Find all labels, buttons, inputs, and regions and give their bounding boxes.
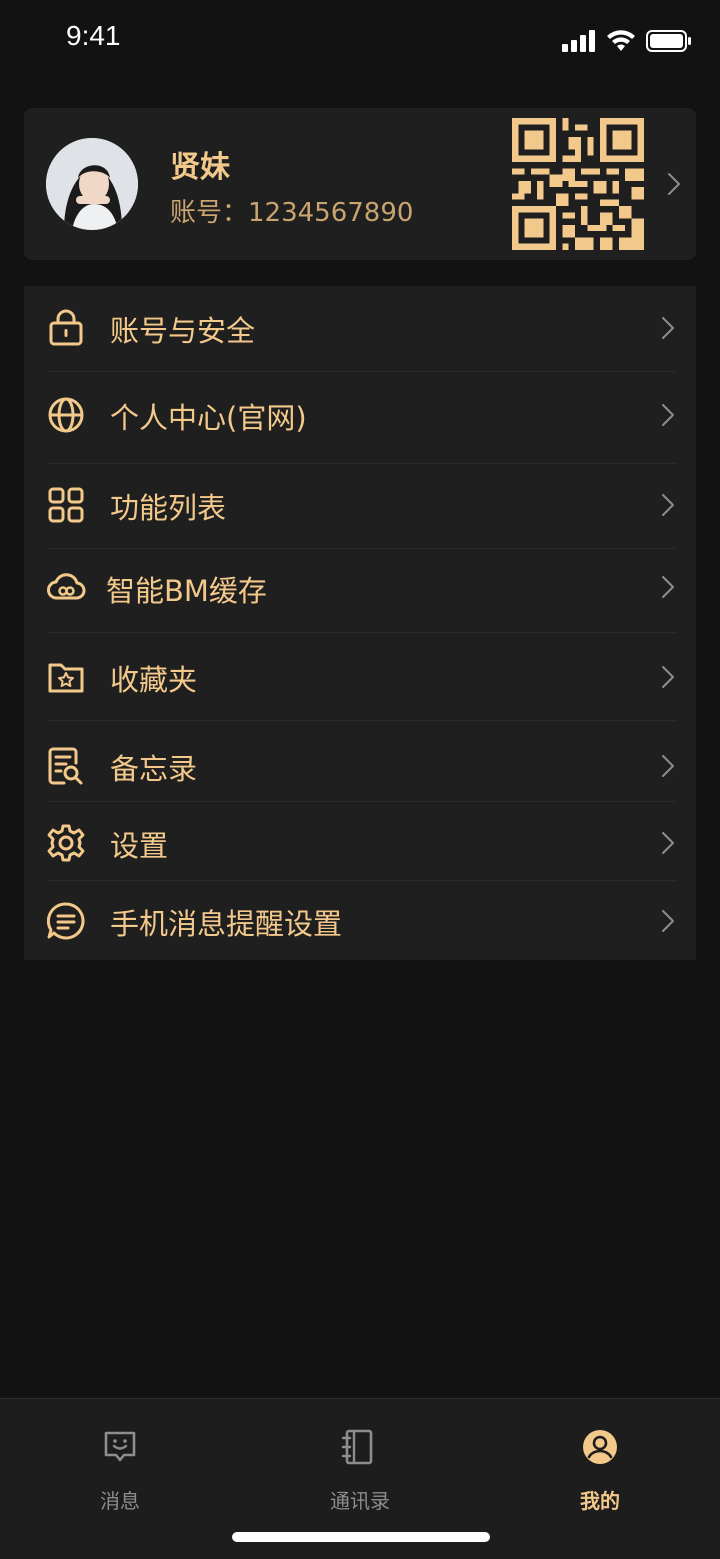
tab-me[interactable]: 我的 [480, 1399, 720, 1529]
tab-label: 通讯录 [330, 1489, 390, 1513]
tab-messages[interactable]: 消息 [0, 1399, 240, 1529]
profile-name: 贤妹 [170, 150, 230, 185]
menu-item-feature-list[interactable]: 功能列表 [24, 464, 696, 548]
chevron-right-icon [662, 576, 674, 598]
menu-item-account-security[interactable]: 账号与安全 [24, 286, 696, 370]
user-icon [583, 1430, 617, 1464]
chat-smile-icon [104, 1431, 136, 1462]
chevron-right-icon [662, 494, 674, 516]
signal-icon [562, 30, 595, 52]
chevron-right-icon [668, 173, 680, 195]
menu-label: 功能列表 [110, 491, 227, 525]
profile-account: 账号：1234567890 [170, 198, 414, 228]
contacts-book-icon [341, 1429, 373, 1465]
chevron-right-icon [662, 317, 674, 339]
grid-icon [48, 487, 84, 523]
chevron-right-icon [662, 404, 674, 426]
menu-label: 设置 [110, 829, 169, 863]
note-icon [48, 747, 83, 785]
menu-item-smart-bm-cache[interactable]: 智能BM缓存 [24, 549, 696, 633]
menu-item-favorites[interactable]: 收藏夹 [24, 633, 696, 719]
chevron-right-icon [662, 755, 674, 777]
menu-item-message-notification-settings[interactable]: 手机消息提醒设置 [24, 881, 696, 960]
qr-code-icon[interactable] [512, 118, 644, 250]
chevron-right-icon [662, 910, 674, 932]
home-indicator[interactable] [232, 1532, 490, 1542]
status-time: 9:41 [66, 20, 121, 51]
battery-icon [646, 30, 691, 52]
status-bar: 9:41 [0, 0, 720, 80]
lock-icon [49, 309, 83, 346]
gear-icon [47, 824, 85, 862]
menu-item-settings[interactable]: 设置 [24, 802, 696, 880]
tab-contacts[interactable]: 通讯录 [240, 1399, 480, 1529]
profile-card[interactable]: 贤妹 账号：1234567890 [24, 108, 696, 260]
menu-label: 备忘录 [110, 752, 198, 786]
chevron-right-icon [662, 832, 674, 854]
globe-icon [48, 397, 84, 433]
settings-menu: 账号与安全 个人中心(官网) 功能列表 智能BM缓存 收藏夹 备忘录 设置 手机… [24, 286, 696, 960]
chevron-right-icon [662, 666, 674, 688]
tab-label: 消息 [100, 1489, 140, 1513]
menu-label: 手机消息提醒设置 [110, 907, 343, 941]
wifi-icon [607, 30, 635, 51]
star-folder-icon [48, 663, 84, 693]
menu-label: 个人中心(官网) [110, 401, 307, 435]
menu-item-personal-center[interactable]: 个人中心(官网) [24, 372, 696, 462]
tab-label: 我的 [580, 1489, 620, 1513]
cloud-icon [47, 573, 86, 600]
menu-label: 账号与安全 [110, 314, 256, 348]
message-icon [46, 902, 85, 940]
menu-label: 收藏夹 [110, 663, 198, 697]
menu-label: 智能BM缓存 [106, 574, 267, 608]
status-icons [562, 30, 692, 52]
avatar[interactable] [46, 138, 138, 230]
menu-item-memo[interactable]: 备忘录 [24, 721, 696, 801]
